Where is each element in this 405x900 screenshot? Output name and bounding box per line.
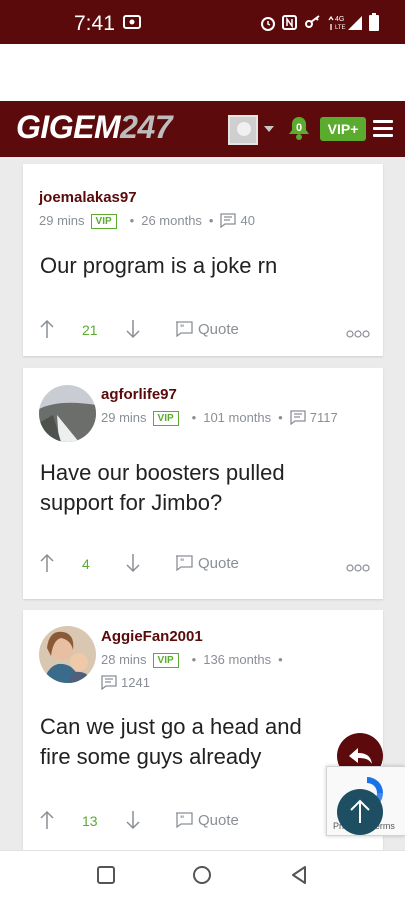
member-tenure: 136 months xyxy=(203,652,272,667)
post-time: 29 mins xyxy=(39,213,85,228)
downvote-arrow-icon[interactable] xyxy=(126,553,140,578)
post-meta: 29 mins VIP • 101 months • 7117 xyxy=(101,410,338,428)
post-body: Have our boosters pulled support for Jim… xyxy=(40,458,285,518)
quote-button[interactable]: " Quote xyxy=(175,812,239,829)
post-meta-count: 1241 xyxy=(101,675,150,693)
post-time: 29 mins xyxy=(101,410,147,425)
upvote-arrow-icon[interactable] xyxy=(40,553,54,578)
site-header: GIGEM247 0 VIP+ xyxy=(0,101,405,157)
network-4g-lte-icon: 4G LTE xyxy=(326,12,348,37)
post-card: joemalakas97 29 mins VIP • 26 months • 40 Our… xyxy=(23,164,383,356)
svg-text:": " xyxy=(180,814,184,824)
key-icon xyxy=(304,15,322,34)
logo-number: 247 xyxy=(120,109,173,145)
post-username[interactable]: joemalakas97 xyxy=(39,189,137,206)
system-nav-bar xyxy=(0,850,405,900)
upvote-count: 13 xyxy=(82,813,98,829)
user-avatar[interactable] xyxy=(39,626,96,683)
quote-label: Quote xyxy=(198,321,239,338)
screen-record-icon xyxy=(123,15,141,34)
post-body: Our program is a joke rn xyxy=(40,253,278,278)
svg-text:": " xyxy=(180,323,184,333)
quote-label: Quote xyxy=(198,555,239,572)
quote-button[interactable]: " Quote xyxy=(175,555,239,572)
more-options-icon[interactable] xyxy=(346,559,370,577)
battery-icon xyxy=(369,13,379,36)
vip-plus-button[interactable]: VIP+ xyxy=(320,117,366,141)
post-count: 7117 xyxy=(309,410,338,425)
status-time: 7:41 xyxy=(74,12,115,35)
home-icon[interactable] xyxy=(192,865,212,890)
vip-badge: VIP xyxy=(152,653,179,668)
post-meta: 29 mins VIP • 26 months • 40 xyxy=(39,213,255,231)
post-time: 28 mins xyxy=(101,652,147,667)
nfc-icon xyxy=(282,15,297,35)
post-body-line: Can we just go a head and xyxy=(40,714,302,739)
user-avatar[interactable] xyxy=(39,385,96,442)
post-actions: 13 " Quote xyxy=(40,810,370,834)
quote-icon: " xyxy=(176,321,193,338)
post-body-line: support for Jimbo? xyxy=(40,490,223,515)
post-count: 40 xyxy=(240,213,255,228)
comment-icon xyxy=(290,410,306,428)
post-username[interactable]: AggieFan2001 xyxy=(101,628,203,645)
recent-apps-icon[interactable] xyxy=(96,865,116,890)
vip-badge: VIP xyxy=(152,411,179,426)
notification-count: 0 xyxy=(296,122,302,134)
quote-icon: " xyxy=(176,812,193,829)
comment-icon xyxy=(220,213,237,231)
post-body-line: fire some guys already xyxy=(40,744,262,769)
status-bar: 7:41 4G LTE xyxy=(0,0,405,44)
member-tenure: 26 months xyxy=(141,213,202,228)
notification-bell-icon[interactable]: 0 xyxy=(286,115,312,148)
post-actions: 4 " Quote xyxy=(40,553,370,577)
downvote-arrow-icon[interactable] xyxy=(126,810,140,835)
svg-text:LTE: LTE xyxy=(335,25,346,31)
svg-text:": " xyxy=(180,557,184,567)
member-tenure: 101 months xyxy=(203,410,272,425)
arrow-up-icon xyxy=(350,799,370,823)
svg-text:4G: 4G xyxy=(335,16,344,23)
upvote-count: 4 xyxy=(82,556,90,572)
more-options-icon[interactable] xyxy=(346,325,370,343)
scroll-to-top-button[interactable] xyxy=(337,789,383,835)
alarm-icon xyxy=(260,15,276,36)
quote-icon: " xyxy=(176,555,193,572)
post-meta: 28 mins VIP • 136 months • xyxy=(101,652,283,668)
back-icon[interactable] xyxy=(289,865,309,890)
comment-icon xyxy=(101,675,117,693)
post-count: 1241 xyxy=(121,675,150,690)
upvote-arrow-icon[interactable] xyxy=(40,319,54,344)
chevron-down-icon[interactable] xyxy=(264,126,274,132)
quote-label: Quote xyxy=(198,812,239,829)
upvote-arrow-icon[interactable] xyxy=(40,810,54,835)
post-body: Can we just go a head and fire some guys… xyxy=(40,712,302,772)
post-body-line: Have our boosters pulled xyxy=(40,460,285,485)
post-card: agforlife97 29 mins VIP • 101 months • 7117 H… xyxy=(23,368,383,599)
quote-button[interactable]: " Quote xyxy=(175,321,239,338)
hamburger-menu-icon[interactable] xyxy=(373,120,393,138)
vip-badge: VIP xyxy=(90,214,117,229)
post-username[interactable]: agforlife97 xyxy=(101,386,177,403)
site-logo[interactable]: GIGEM247 xyxy=(16,109,173,146)
user-avatar[interactable] xyxy=(228,115,258,145)
downvote-arrow-icon[interactable] xyxy=(126,319,140,344)
logo-text: GIGEM xyxy=(16,109,121,145)
browser-blank-area xyxy=(0,44,405,101)
upvote-count: 21 xyxy=(82,322,98,338)
post-actions: 21 " Quote xyxy=(40,319,370,343)
signal-icon xyxy=(347,15,363,36)
